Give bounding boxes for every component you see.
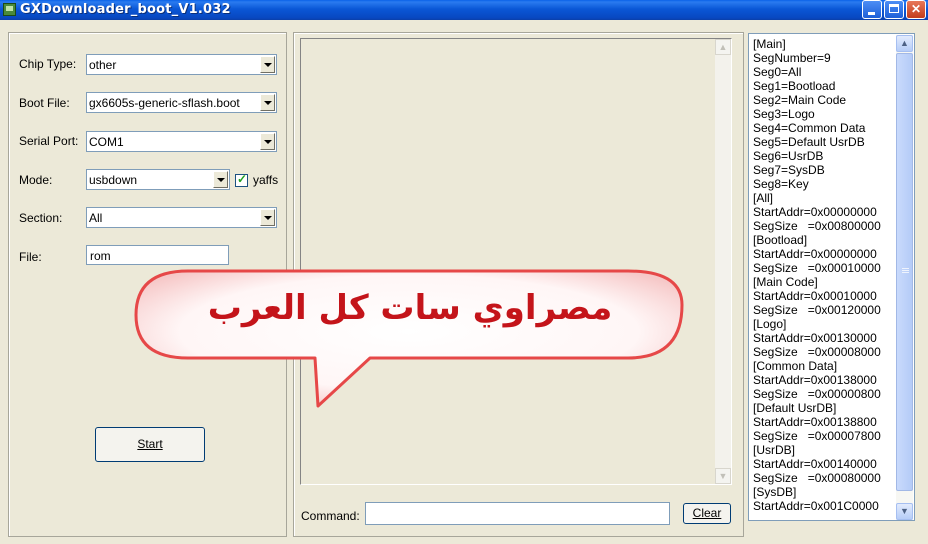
segment-line: Seg1=Bootload — [753, 79, 836, 93]
title-bar: GXDownloader_boot_V1.032 ✕ — [0, 0, 928, 20]
serial-port-select[interactable]: COM1 — [86, 131, 277, 152]
chip-type-select[interactable]: other — [86, 54, 277, 75]
overlay-arabic-text: مصراوي سات كل العرب — [207, 288, 613, 328]
segment-line: Seg6=UsrDB — [753, 149, 824, 163]
start-button-label: Start — [137, 437, 163, 451]
file-input-value: rom — [90, 249, 111, 263]
maximize-button[interactable] — [884, 0, 904, 19]
segment-line: SegNumber=9 — [753, 51, 831, 65]
section-label: Section: — [19, 211, 63, 225]
scroll-up-icon[interactable]: ▲ — [896, 35, 913, 52]
close-icon: ✕ — [910, 2, 922, 16]
chip-type-label: Chip Type: — [19, 57, 77, 71]
boot-file-select[interactable]: gx6605s-generic-sflash.boot — [86, 92, 277, 113]
segment-line: Seg7=SysDB — [753, 163, 825, 177]
chevron-down-icon[interactable] — [260, 56, 275, 73]
segment-line: StartAddr=0x001C0000 — [753, 499, 879, 513]
segment-line: SegSize =0x00800000 — [753, 219, 881, 233]
chevron-down-icon[interactable] — [260, 133, 275, 150]
segment-line: SegSize =0x00010000 — [753, 261, 881, 275]
segment-info-list[interactable]: [Main] SegNumber=9 Seg0=All Seg1=Bootload Se… — [748, 33, 915, 521]
segment-scrollbar[interactable]: ▲ ▼ — [896, 35, 913, 520]
section-select[interactable]: All — [86, 207, 277, 228]
segment-line: StartAddr=0x00000000 — [753, 247, 877, 261]
output-scrollbar[interactable]: ▲ ▼ — [715, 39, 731, 484]
segment-line: SegSize =0x00007800 — [753, 429, 881, 443]
yaffs-checkbox[interactable] — [235, 172, 248, 187]
segment-line: StartAddr=0x00010000 — [753, 289, 877, 303]
segment-line: [Main Code] — [753, 275, 818, 289]
scroll-down-icon[interactable]: ▼ — [896, 503, 913, 520]
scroll-thumb[interactable] — [896, 53, 913, 491]
minimize-button[interactable] — [862, 0, 882, 19]
segment-line: [Logo] — [753, 317, 787, 331]
chevron-down-icon[interactable] — [260, 209, 275, 226]
segment-line: [Main] — [753, 37, 786, 51]
segment-line: SegSize =0x00120000 — [753, 303, 881, 317]
segment-line: [Bootload] — [753, 233, 808, 247]
close-button[interactable]: ✕ — [906, 0, 926, 19]
segment-line: SegSize =0x00008000 — [753, 345, 881, 359]
segment-line: [Default UsrDB] — [753, 401, 837, 415]
minimize-icon — [868, 12, 875, 15]
segment-line: StartAddr=0x00130000 — [753, 331, 877, 345]
serial-port-value: COM1 — [89, 135, 124, 149]
app-icon — [3, 3, 16, 16]
command-label: Command: — [301, 509, 360, 523]
boot-file-value: gx6605s-generic-sflash.boot — [89, 96, 240, 110]
clear-button[interactable]: Clear — [683, 503, 731, 524]
section-value: All — [89, 211, 103, 225]
file-label: File: — [19, 250, 42, 264]
segment-line: SegSize =0x00080000 — [753, 471, 881, 485]
yaffs-label: yaffs — [253, 173, 279, 187]
segment-line: StartAddr=0x00140000 — [753, 457, 877, 471]
segment-line: [UsrDB] — [753, 443, 795, 457]
chip-type-value: other — [89, 58, 117, 72]
segment-line: StartAddr=0x00138000 — [753, 373, 877, 387]
mode-select[interactable]: usbdown — [86, 169, 230, 190]
command-input[interactable] — [365, 502, 670, 525]
segment-line: Seg0=All — [753, 65, 802, 79]
segment-line: [All] — [753, 191, 774, 205]
file-input[interactable]: rom — [86, 245, 229, 265]
segment-line: SegSize =0x00000800 — [753, 387, 881, 401]
segment-line: Seg2=Main Code — [753, 93, 847, 107]
mode-label: Mode: — [19, 173, 53, 187]
chevron-down-icon[interactable] — [213, 171, 228, 188]
segment-line: Seg8=Key — [753, 177, 809, 191]
output-log[interactable]: ▲ ▼ — [300, 38, 732, 485]
boot-file-label: Boot File: — [19, 96, 70, 110]
maximize-icon — [889, 4, 899, 13]
scroll-down-icon[interactable]: ▼ — [715, 468, 731, 484]
clear-button-label: Clear — [692, 506, 722, 520]
segment-line: [Common Data] — [753, 359, 838, 373]
segment-line: Seg4=Common Data — [753, 121, 866, 135]
segment-line: Seg3=Logo — [753, 107, 815, 121]
scroll-up-icon[interactable]: ▲ — [715, 39, 731, 55]
serial-port-label: Serial Port: — [19, 134, 79, 148]
segment-lines: [Main] SegNumber=9 Seg0=All Seg1=Bootload Se… — [753, 37, 881, 513]
mode-value: usbdown — [89, 173, 138, 187]
chevron-down-icon[interactable] — [260, 94, 275, 111]
start-button[interactable]: Start — [95, 427, 205, 462]
window-title: GXDownloader_boot_V1.032 — [20, 2, 231, 17]
segment-line: StartAddr=0x00138800 — [753, 415, 877, 429]
segment-line: StartAddr=0x00000000 — [753, 205, 877, 219]
segment-line: [SysDB] — [753, 485, 797, 499]
segment-line: Seg5=Default UsrDB — [753, 135, 865, 149]
